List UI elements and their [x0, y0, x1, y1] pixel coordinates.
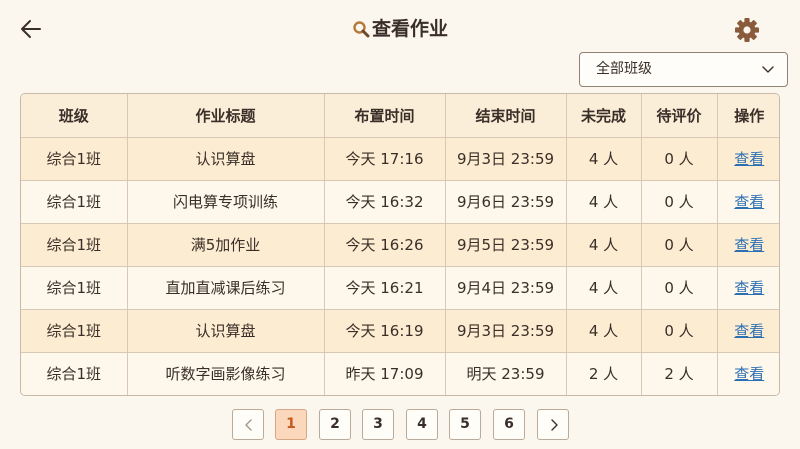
- cell-title: 认识算盘: [127, 309, 325, 353]
- cell-class: 综合1班: [21, 180, 128, 224]
- class-filter-value: 全部班级: [596, 61, 652, 77]
- view-link[interactable]: 查看: [734, 322, 764, 340]
- cell-class: 综合1班: [21, 309, 128, 353]
- page-button-1[interactable]: 1: [275, 409, 307, 440]
- cell-end: 9月3日 23:59: [445, 137, 567, 181]
- table-row: 综合1班 直加直减课后练习 今天 16:21 9月4日 23:59 4 人 0 …: [21, 266, 779, 310]
- col-header-incomplete: 未完成: [566, 94, 642, 138]
- cell-pending: 0 人: [641, 309, 718, 353]
- cell-title: 认识算盘: [127, 137, 325, 181]
- table-row: 综合1班 认识算盘 今天 17:16 9月3日 23:59 4 人 0 人 查看: [21, 137, 779, 181]
- cell-assigned: 今天 16:32: [324, 180, 446, 224]
- cell-end: 9月6日 23:59: [445, 180, 567, 224]
- cell-incomplete: 4 人: [566, 137, 642, 181]
- cell-class: 综合1班: [21, 137, 128, 181]
- cell-assigned: 今天 16:19: [324, 309, 446, 353]
- cell-action: 查看: [717, 266, 779, 310]
- cell-assigned: 昨天 17:09: [324, 352, 446, 395]
- cell-title: 直加直减课后练习: [127, 266, 325, 310]
- view-link[interactable]: 查看: [734, 279, 764, 297]
- cell-title: 听数字画影像练习: [127, 352, 325, 395]
- header: 查看作业: [0, 0, 800, 56]
- cell-class: 综合1班: [21, 223, 128, 267]
- page-button-4[interactable]: 4: [406, 409, 438, 440]
- cell-action: 查看: [717, 352, 779, 395]
- table-header-row: 班级 作业标题 布置时间 结束时间 未完成 待评价 操作: [21, 94, 779, 138]
- view-link[interactable]: 查看: [734, 193, 764, 211]
- cell-incomplete: 4 人: [566, 266, 642, 310]
- view-link[interactable]: 查看: [734, 365, 764, 383]
- cell-title: 闪电算专项训练: [127, 180, 325, 224]
- table-row: 综合1班 闪电算专项训练 今天 16:32 9月6日 23:59 4 人 0 人…: [21, 180, 779, 224]
- prev-page-button[interactable]: [232, 409, 264, 440]
- cell-action: 查看: [717, 180, 779, 224]
- homework-table: 班级 作业标题 布置时间 结束时间 未完成 待评价 操作 综合1班 认识算盘 今…: [20, 93, 780, 396]
- cell-assigned: 今天 17:16: [324, 137, 446, 181]
- cell-end: 明天 23:59: [445, 352, 567, 395]
- col-header-end: 结束时间: [445, 94, 567, 138]
- search-icon: [353, 21, 370, 38]
- cell-pending: 0 人: [641, 180, 718, 224]
- next-page-button[interactable]: [537, 409, 569, 440]
- col-header-pending: 待评价: [641, 94, 718, 138]
- table-row: 综合1班 认识算盘 今天 16:19 9月3日 23:59 4 人 0 人 查看: [21, 309, 779, 353]
- cell-incomplete: 4 人: [566, 180, 642, 224]
- cell-assigned: 今天 16:21: [324, 266, 446, 310]
- cell-pending: 0 人: [641, 223, 718, 267]
- col-header-action: 操作: [717, 94, 779, 138]
- chevron-down-icon: [762, 66, 774, 73]
- table-row: 综合1班 听数字画影像练习 昨天 17:09 明天 23:59 2 人 2 人 …: [21, 352, 779, 395]
- gear-icon[interactable]: [733, 16, 761, 44]
- pagination: 1 2 3 4 5 6: [0, 409, 800, 441]
- cell-action: 查看: [717, 309, 779, 353]
- page-button-2[interactable]: 2: [319, 409, 351, 440]
- view-link[interactable]: 查看: [734, 236, 764, 254]
- page-button-6[interactable]: 6: [493, 409, 525, 440]
- cell-incomplete: 2 人: [566, 352, 642, 395]
- cell-end: 9月5日 23:59: [445, 223, 567, 267]
- page-title-wrap: 查看作业: [0, 14, 800, 44]
- cell-end: 9月4日 23:59: [445, 266, 567, 310]
- page-button-5[interactable]: 5: [449, 409, 481, 440]
- chevron-right-icon: [551, 419, 558, 431]
- col-header-title: 作业标题: [127, 94, 325, 138]
- cell-pending: 0 人: [641, 266, 718, 310]
- cell-end: 9月3日 23:59: [445, 309, 567, 353]
- class-filter-select[interactable]: 全部班级: [579, 52, 788, 87]
- col-header-class: 班级: [21, 94, 128, 138]
- cell-title: 满5加作业: [127, 223, 325, 267]
- cell-incomplete: 4 人: [566, 223, 642, 267]
- cell-action: 查看: [717, 137, 779, 181]
- view-link[interactable]: 查看: [734, 150, 764, 168]
- cell-assigned: 今天 16:26: [324, 223, 446, 267]
- cell-class: 综合1班: [21, 352, 128, 395]
- cell-action: 查看: [717, 223, 779, 267]
- cell-pending: 2 人: [641, 352, 718, 395]
- chevron-left-icon: [245, 419, 252, 431]
- cell-pending: 0 人: [641, 137, 718, 181]
- cell-class: 综合1班: [21, 266, 128, 310]
- page-button-3[interactable]: 3: [362, 409, 394, 440]
- page-title: 查看作业: [371, 18, 448, 40]
- cell-incomplete: 4 人: [566, 309, 642, 353]
- col-header-assigned: 布置时间: [324, 94, 446, 138]
- table-row: 综合1班 满5加作业 今天 16:26 9月5日 23:59 4 人 0 人 查…: [21, 223, 779, 267]
